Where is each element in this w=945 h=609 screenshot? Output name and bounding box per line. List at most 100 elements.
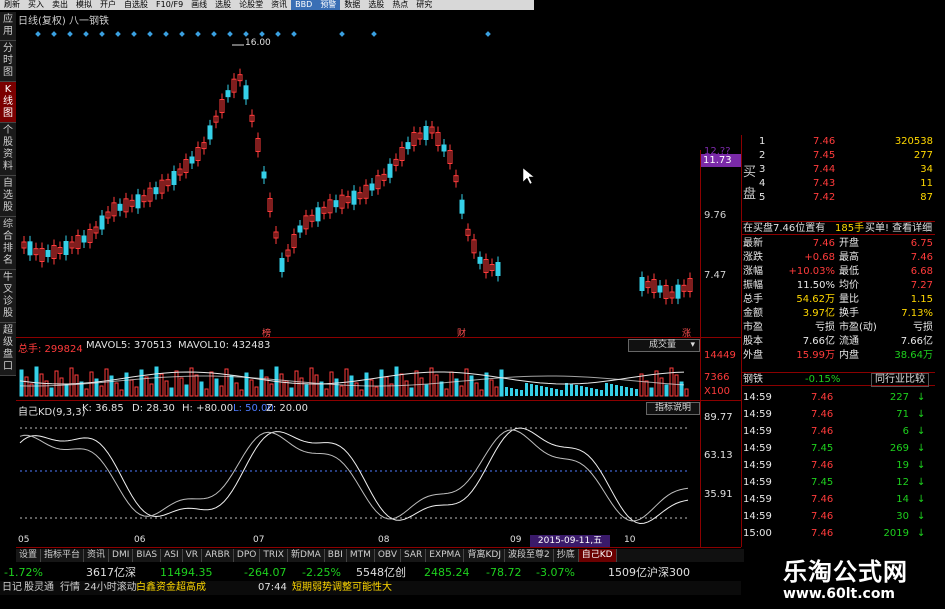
candle-body: [27, 241, 33, 256]
tick-price: 7.46: [811, 494, 834, 505]
volume-mavol5: MAVOL5: 370513: [86, 340, 173, 351]
volume-bar: [449, 371, 454, 397]
volume-bar: [69, 367, 74, 397]
marker-list: 榜: [262, 329, 272, 339]
volume-bar: [625, 387, 628, 396]
buy-level-row[interactable]: 3 7.44 34: [741, 163, 935, 177]
volume-bar: [244, 372, 249, 397]
volume-bar: [505, 387, 508, 396]
buy-level-row[interactable]: 4 7.43 11: [741, 177, 935, 191]
volume-bar: [644, 380, 649, 397]
sz-index: 11494.35: [160, 566, 213, 579]
volume-bar: [414, 370, 419, 397]
indicator-tab[interactable]: MTM: [346, 549, 375, 562]
stat-right-label: 市盈(动): [839, 322, 877, 333]
indicator-tab[interactable]: ASI: [161, 549, 183, 562]
volume-bar: [224, 368, 229, 397]
indicator-tab[interactable]: 设置: [16, 549, 42, 562]
candle-body: [459, 199, 465, 214]
event-marker-icon: [35, 31, 41, 37]
candle-body: [405, 142, 411, 150]
buy-level-row[interactable]: 5 7.42 87: [741, 191, 935, 205]
volume-bar: [144, 376, 149, 397]
queue-action[interactable]: 买单! 查看详细: [865, 222, 932, 236]
indicator-tab[interactable]: BBI: [324, 549, 347, 562]
indicator-tab[interactable]: 指标平台: [41, 549, 85, 562]
indicator-tab[interactable]: 背离KDJ: [464, 549, 505, 562]
event-marker-icon: [67, 31, 73, 37]
indicator-tab[interactable]: BIAS: [133, 549, 162, 562]
volume-bar: [605, 383, 608, 396]
trade-tick-row: 14:59 7.46 227 ↓: [741, 391, 935, 405]
volume-bar: [49, 387, 54, 397]
indicator-tab[interactable]: TRIX: [260, 549, 288, 562]
buy-level-price: 7.42: [813, 192, 836, 203]
indicator-tab[interactable]: EXPMA: [426, 549, 465, 562]
volume-bar: [434, 374, 439, 397]
volume-bar: [565, 383, 568, 396]
volume-bar: [34, 366, 39, 397]
volume-bar: [535, 385, 538, 396]
indicator-tab[interactable]: DMI: [109, 549, 134, 562]
indicator-tab[interactable]: 资讯: [84, 549, 110, 562]
buy-level-price: 7.46: [813, 136, 836, 147]
buy-level-row[interactable]: 1 7.46 320538: [741, 135, 935, 149]
tick-time: 15:00: [743, 528, 772, 539]
sector-change: -0.15%: [805, 374, 841, 385]
bar2-news[interactable]: 短期弱势调整可能性大: [292, 581, 392, 595]
indicator-tab[interactable]: 波段至尊2: [504, 549, 554, 562]
arrow-down-icon: ↓: [917, 511, 926, 522]
volume-bar: [269, 383, 274, 397]
stat-right-value: 6.75: [910, 238, 933, 249]
tick-time: 14:59: [743, 443, 772, 454]
arrow-down-icon: ↓: [917, 477, 926, 488]
tick-volume: 227: [889, 392, 909, 403]
indicator-help-button[interactable]: 指标说明: [646, 402, 700, 415]
candle-body: [477, 256, 483, 264]
stat-right-value: 1.15: [910, 294, 933, 305]
indicator-tab[interactable]: 抄底: [553, 549, 579, 562]
buy-level-index: 4: [759, 178, 766, 189]
indicator-tab[interactable]: SAR: [400, 549, 427, 562]
indicator-tab[interactable]: OBV: [374, 549, 401, 562]
event-marker-icon: [275, 31, 281, 37]
stat-left-label: 市盈: [743, 322, 763, 333]
stat-right-value: 38.64万: [894, 350, 933, 361]
stat-left-value: 11.50%: [796, 280, 835, 291]
volume-bar: [184, 384, 189, 397]
bar2-market[interactable]: 行情: [60, 581, 80, 595]
bar2-fund[interactable]: 白鑫资金超高成: [136, 581, 206, 595]
tick-price: 7.46: [811, 460, 834, 471]
quote-panel: 买 盘 1 7.46 320538 2 7.45 277 3 7.44 34 4 7.43 11 5 7.…: [741, 135, 935, 547]
indicator-tab[interactable]: 新DMA: [287, 549, 325, 562]
arrow-down-icon: ↓: [917, 460, 926, 471]
bar2-diary[interactable]: 日记: [2, 581, 22, 595]
candle-body: [117, 203, 123, 211]
bar2-gulingtong[interactable]: 股灵通: [24, 581, 54, 595]
tick-price: 7.46: [811, 511, 834, 522]
event-marker-icon: [179, 31, 185, 37]
xaxis-07: 07: [253, 535, 265, 545]
volume-indicator-dropdown[interactable]: 成交量 ▾: [628, 339, 700, 352]
bar2-24h[interactable]: 24小时滚动: [84, 581, 137, 595]
event-marker-icon: [195, 31, 201, 37]
volume-bar: [484, 372, 489, 397]
volume-bar: [19, 369, 24, 397]
stat-row: 金额 3.97亿 换手 7.13%: [741, 307, 935, 321]
trade-tick-row: 14:59 7.46 6 ↓: [741, 425, 935, 439]
sector-compare-button[interactable]: 同行业比较: [871, 373, 929, 387]
indicator-tab[interactable]: VR: [182, 549, 203, 562]
event-marker-icon: [259, 31, 265, 37]
tick-volume: 30: [896, 511, 909, 522]
tick-time: 14:59: [743, 511, 772, 522]
buy-level-row[interactable]: 2 7.45 277: [741, 149, 935, 163]
price-tick-low: 7.47: [704, 270, 727, 281]
candle-body: [45, 250, 51, 257]
candle-body: [423, 126, 429, 140]
order-queue-row[interactable]: 在买盘7.46位置有 185手 买单! 查看详细: [741, 221, 935, 235]
indicator-tab[interactable]: ARBR: [202, 549, 234, 562]
indicator-tab[interactable]: 自己KD: [578, 549, 617, 562]
indicator-tab[interactable]: DPO: [233, 549, 261, 562]
stat-right-value: 亏损: [913, 322, 933, 333]
stat-left-value: +10.03%: [788, 266, 835, 277]
